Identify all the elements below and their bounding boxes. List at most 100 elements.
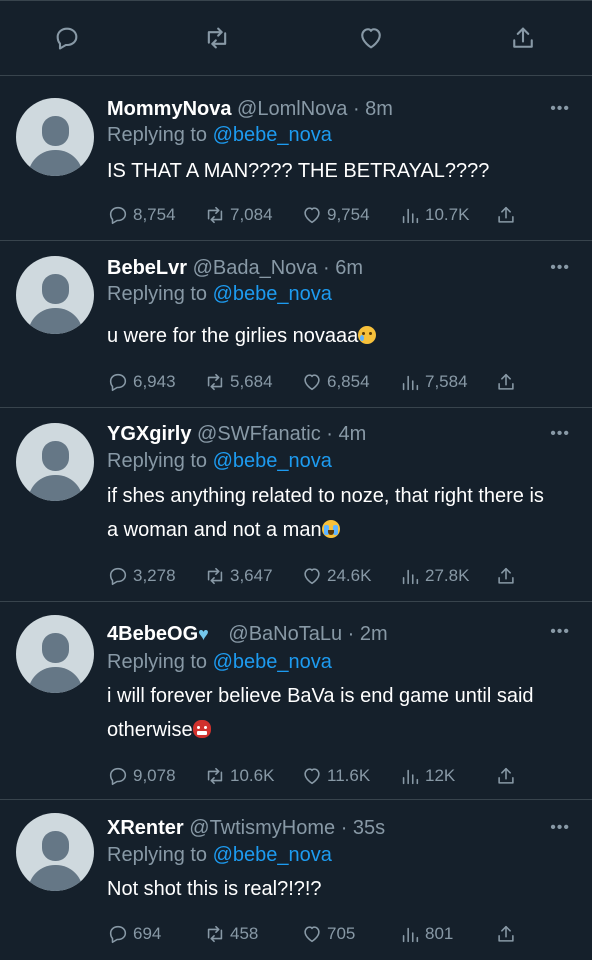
views-chart-icon xyxy=(402,208,419,224)
retweet-count: 10.6K xyxy=(230,766,275,785)
display-name[interactable]: 4BebeOG xyxy=(107,623,198,645)
reply-tweet[interactable]: 4BebeOG♥ @BaNoTaLu · 2m ••• Replying to … xyxy=(0,603,592,800)
reply-header: 4BebeOG♥ @BaNoTaLu · 2m xyxy=(107,623,388,646)
like-button[interactable] xyxy=(356,23,386,53)
reply-tweet[interactable]: YGXgirly @SWFfanatic · 4m ••• Replying t… xyxy=(0,409,592,602)
avatar[interactable] xyxy=(16,813,94,891)
reply-button[interactable] xyxy=(52,23,82,53)
reply-actions: 694 458 705 801 xyxy=(107,922,527,946)
display-name[interactable]: XRenter xyxy=(107,817,184,839)
retweet-button[interactable]: 3,647 xyxy=(204,564,273,588)
retweet-icon xyxy=(207,767,223,785)
share-icon xyxy=(498,206,514,223)
views-chart-icon xyxy=(402,769,419,785)
reply-button[interactable]: 694 xyxy=(107,922,161,946)
retweet-count: 5,684 xyxy=(230,372,273,391)
share-button[interactable] xyxy=(495,203,521,227)
display-name[interactable]: BebeLvr xyxy=(107,257,187,279)
retweet-button[interactable] xyxy=(202,23,232,53)
views-button[interactable]: 10.7K xyxy=(399,203,469,227)
reply-text: Not shot this is real?!?!? xyxy=(107,878,322,900)
reply-header: XRenter @TwtismyHome · 35s xyxy=(107,817,385,840)
more-options-icon[interactable]: ••• xyxy=(550,259,570,277)
views-button[interactable]: 7,584 xyxy=(399,370,468,394)
display-name[interactable]: MommyNova xyxy=(107,98,231,120)
mention-link[interactable]: @bebe_nova xyxy=(213,651,332,673)
replying-to: Replying to @bebe_nova xyxy=(107,450,332,472)
avatar[interactable] xyxy=(16,423,94,501)
more-options-icon[interactable]: ••• xyxy=(550,425,570,443)
avatar[interactable] xyxy=(16,98,94,176)
reply-text: IS THAT A MAN???? THE BETRAYAL???? xyxy=(107,160,490,182)
reply-icon xyxy=(109,567,127,586)
like-count: 24.6K xyxy=(327,566,372,585)
more-options-icon[interactable]: ••• xyxy=(550,819,570,837)
views-chart-icon xyxy=(402,927,419,943)
replying-to: Replying to @bebe_nova xyxy=(107,283,332,305)
share-icon xyxy=(513,27,533,48)
views-button[interactable]: 12K xyxy=(399,764,455,788)
like-button[interactable]: 9,754 xyxy=(301,203,370,227)
like-button[interactable]: 6,854 xyxy=(301,370,370,394)
retweet-button[interactable]: 458 xyxy=(204,922,258,946)
handle-and-time[interactable]: @SWFfanatic · 4m xyxy=(197,423,366,445)
reply-button[interactable]: 3,278 xyxy=(107,564,176,588)
like-icon xyxy=(304,768,320,785)
share-button[interactable] xyxy=(495,564,521,588)
more-options-icon[interactable]: ••• xyxy=(550,623,570,641)
handle-and-time[interactable]: @LomlNova · 8m xyxy=(237,98,393,120)
views-count: 801 xyxy=(425,924,454,943)
views-button[interactable]: 801 xyxy=(399,922,453,946)
mention-link[interactable]: @bebe_nova xyxy=(213,283,332,305)
mention-link[interactable]: @bebe_nova xyxy=(213,844,332,866)
like-icon xyxy=(304,568,320,585)
like-button[interactable]: 11.6K xyxy=(301,764,370,788)
views-count: 12K xyxy=(425,766,456,785)
share-button[interactable] xyxy=(495,370,521,394)
mention-link[interactable]: @bebe_nova xyxy=(213,450,332,472)
share-button[interactable] xyxy=(495,922,521,946)
views-button[interactable]: 27.8K xyxy=(399,564,469,588)
share-button[interactable] xyxy=(495,764,521,788)
retweet-button[interactable]: 10.6K xyxy=(204,764,274,788)
reply-icon xyxy=(56,27,78,50)
avatar[interactable] xyxy=(16,256,94,334)
like-button[interactable]: 24.6K xyxy=(301,564,371,588)
reply-tweet[interactable]: BebeLvr @Bada_Nova · 6m ••• Replying to … xyxy=(0,242,592,408)
like-icon xyxy=(304,926,320,943)
retweet-icon xyxy=(207,206,223,224)
mention-link[interactable]: @bebe_nova xyxy=(213,124,332,146)
reply-button[interactable]: 6,943 xyxy=(107,370,176,394)
reply-button[interactable]: 9,078 xyxy=(107,764,176,788)
retweet-button[interactable]: 5,684 xyxy=(204,370,273,394)
sad-tear-emoji xyxy=(358,326,377,344)
reply-button[interactable]: 8,754 xyxy=(107,203,176,227)
share-icon xyxy=(498,925,514,942)
like-icon xyxy=(361,28,381,49)
retweet-count: 458 xyxy=(230,924,259,943)
handle-and-time[interactable]: @TwtismyHome · 35s xyxy=(189,817,385,839)
more-options-icon[interactable]: ••• xyxy=(550,100,570,118)
light-blue-heart-emoji: ♥ xyxy=(198,624,209,644)
avatar[interactable] xyxy=(16,615,94,693)
handle-and-time[interactable]: @Bada_Nova · 6m xyxy=(193,257,363,279)
views-count: 10.7K xyxy=(425,205,470,224)
retweet-count: 3,647 xyxy=(230,566,273,585)
reply-tweet[interactable]: MommyNova @LomlNova · 8m ••• Replying to… xyxy=(0,77,592,241)
share-icon xyxy=(498,373,514,390)
views-count: 7,584 xyxy=(425,372,468,391)
retweet-button[interactable]: 7,084 xyxy=(204,203,273,227)
reply-icon xyxy=(109,767,127,786)
display-name[interactable]: YGXgirly xyxy=(107,423,191,445)
reply-tweet[interactable]: XRenter @TwtismyHome · 35s ••• Replying … xyxy=(0,801,592,960)
share-icon xyxy=(498,767,514,784)
like-button[interactable]: 705 xyxy=(301,922,355,946)
like-count: 705 xyxy=(327,924,356,943)
retweet-count: 7,084 xyxy=(230,205,273,224)
reply-header: MommyNova @LomlNova · 8m xyxy=(107,98,393,121)
share-button[interactable] xyxy=(508,23,538,53)
views-chart-icon xyxy=(402,375,419,391)
handle-and-time[interactable]: @BaNoTaLu · 2m xyxy=(228,623,387,645)
views-chart-icon xyxy=(402,569,419,585)
reply-text: i will forever believe BaVa is end game … xyxy=(107,685,534,741)
